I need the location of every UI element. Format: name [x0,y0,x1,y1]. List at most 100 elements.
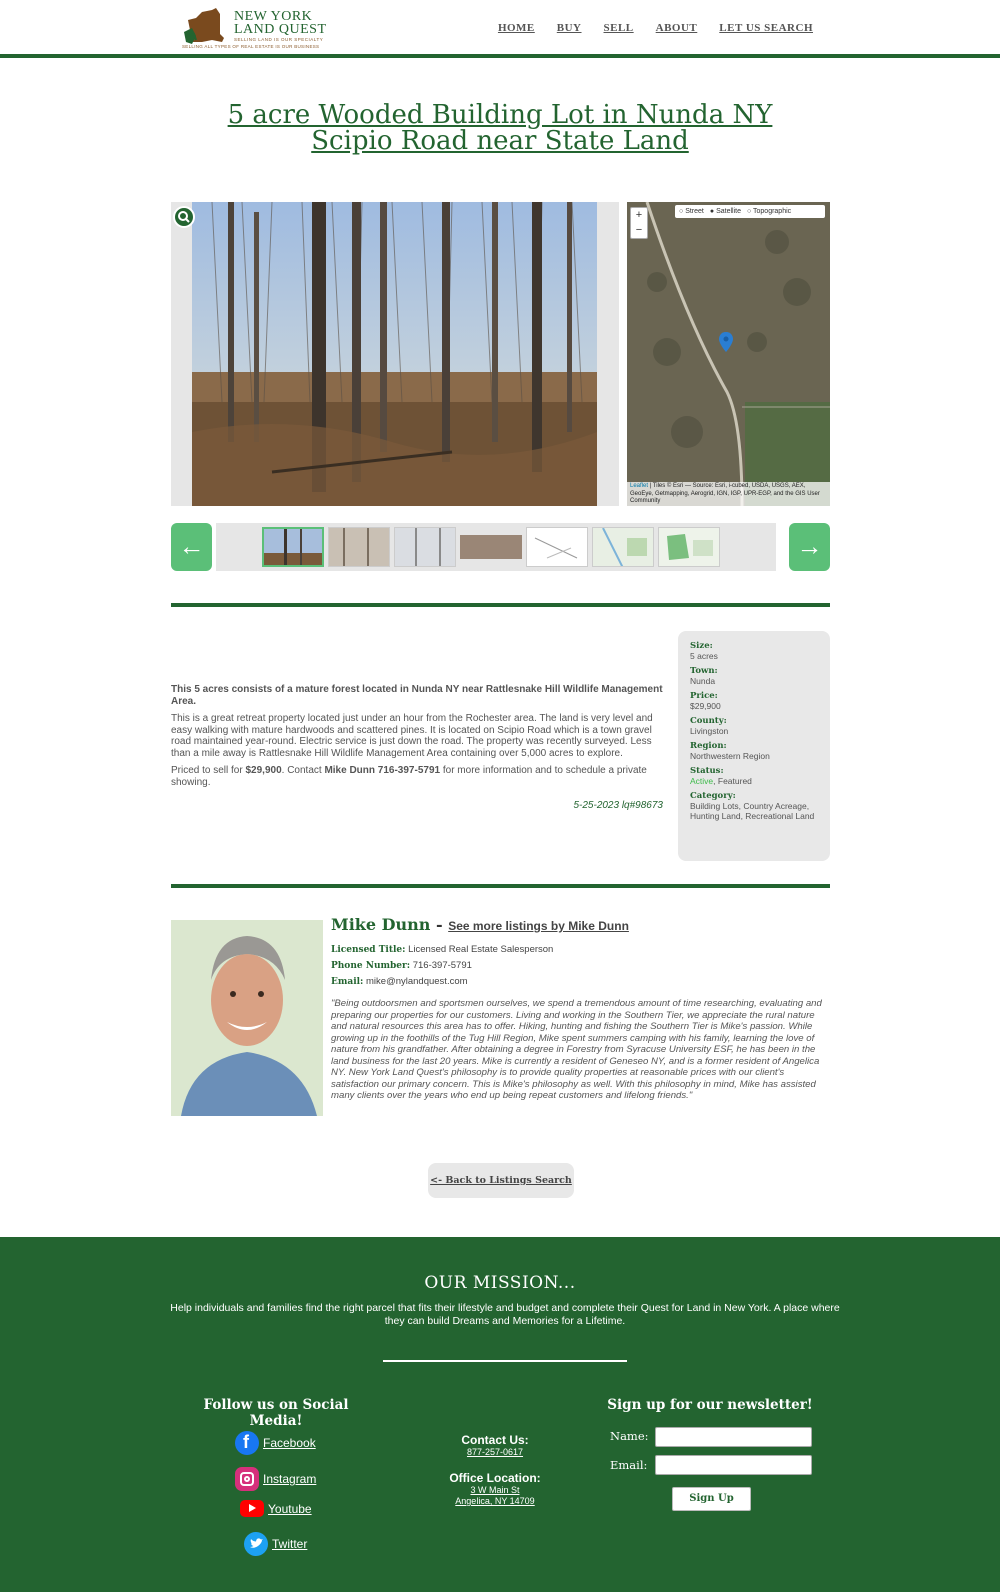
back-to-search-button[interactable]: <- Back to Listings Search [428,1163,574,1198]
divider [171,603,830,607]
site-footer: OUR MISSION... Help individuals and fami… [0,1237,1000,1592]
arrow-right-icon: → [796,531,823,561]
thumbnail-image [264,529,322,565]
property-map[interactable]: + − ○ Street ● Satellite ○ Topographic L… [627,202,830,506]
office-address-line-1[interactable]: 3 W Main St [420,1485,570,1496]
thumbnail-image [460,535,522,559]
nav-about[interactable]: ABOUT [656,22,698,34]
mission-text: Help individuals and families find the r… [170,1302,840,1327]
agent-email[interactable]: mike@nylandquest.com [366,976,468,987]
map-attribution: Leaflet | Tiles © Esri — Source: Esri, i… [627,482,830,506]
status-active: Active [690,776,714,786]
agent-phone[interactable]: 716-397-5791 [413,960,472,971]
forest-photo [192,202,597,506]
contact-label: Contact Us: [461,1433,529,1447]
thumbnail-strip [216,523,776,571]
contact-phone-link[interactable]: 877-257-0617 [420,1447,570,1458]
thumbnail-6[interactable] [592,527,654,567]
map-layer-selector: ○ Street ● Satellite ○ Topographic [675,205,825,218]
newsletter-name-input[interactable] [655,1427,812,1447]
newsletter-title: Sign up for our newsletter! [607,1397,813,1413]
thumbnail-1[interactable] [262,527,324,567]
logo-tagline-1: SELLING LAND IS OUR SPECIALTY [234,37,324,42]
instagram-icon [235,1467,259,1491]
nav-home[interactable]: HOME [498,22,535,34]
fact-region: Region: Northwestern Region [690,741,770,761]
fact-size: Size: 5 acres [690,641,718,661]
footer-divider [383,1360,627,1362]
twitter-icon [244,1532,268,1556]
main-photo[interactable] [192,202,597,506]
youtube-link[interactable]: Youtube [240,1500,312,1517]
description-price-line: Priced to sell for $29,900. Contact Mike… [171,765,647,788]
main-nav: HOME BUY SELL ABOUT LET US SEARCH [498,22,813,34]
fact-town: Town: Nunda [690,666,718,686]
nav-let-us-search[interactable]: LET US SEARCH [719,22,813,34]
twitter-link[interactable]: Twitter [244,1532,307,1556]
contact-block: Contact Us: 877-257-0617 [420,1433,570,1458]
agent-bio: "Being outdoorsmen and sportsmen ourselv… [331,998,822,1101]
thumbnail-image [667,534,713,560]
newsletter-name-label: Name: [610,1429,649,1443]
thumbnail-3[interactable] [394,527,456,567]
map-zoom-out-button[interactable]: − [631,223,647,238]
thumbnail-image [534,537,578,559]
office-label: Office Location: [449,1471,541,1485]
fact-county: County: Livingston [690,716,729,736]
satellite-imagery [627,202,830,506]
listing-date-id: 5-25-2023 lq#98673 [573,800,663,811]
fact-price: Price: $29,900 [690,691,721,711]
thumbnail-5[interactable] [526,527,588,567]
location-pin-icon[interactable] [719,332,733,352]
thumbnail-7[interactable] [658,527,720,567]
agent-portrait [171,920,323,1116]
thumbnail-image [395,528,455,566]
thumbnail-2[interactable] [328,527,390,567]
nav-buy[interactable]: BUY [557,22,582,34]
fact-category: Category: Building Lots, Country Acreage,… [690,791,815,821]
photo-gallery [171,202,619,506]
thumbnail-image [602,528,647,566]
social-title: Follow us on Social Media! [203,1397,349,1429]
map-zoom-in-button[interactable]: + [631,208,647,223]
agent-phone-line: Phone Number: 716-397-5791 [331,960,472,971]
site-header: NEW YORK LAND QUEST SELLING LAND IS OUR … [0,0,1000,58]
agent-title-line: Licensed Title: Licensed Real Estate Sal… [331,944,554,955]
leaflet-link[interactable]: Leaflet [630,483,648,489]
instagram-link[interactable]: Instagram [235,1467,316,1491]
signup-button[interactable]: Sign Up [672,1487,751,1511]
newsletter-email-input[interactable] [655,1455,812,1475]
youtube-icon [240,1500,264,1517]
magnifier-icon [178,211,190,223]
office-address-line-2[interactable]: Angelica, NY 14709 [420,1496,570,1507]
property-facts: Size: 5 acres Town: Nunda Price: $29,900 Co… [678,631,830,861]
listing-description: This 5 acres consists of a mature forest… [171,684,663,794]
thumbnail-carousel: ← → [171,523,830,571]
description-intro: This 5 acres consists of a mature forest… [171,684,663,707]
listing-title[interactable]: 5 acre Wooded Building Lot in Nunda NY S… [190,102,810,154]
map-zoom-control: + − [630,207,648,239]
nav-sell[interactable]: SELL [604,22,634,34]
agent-photo [171,920,323,1116]
fact-status: Status: Active, Featured [690,766,752,786]
thumbnail-4[interactable] [460,527,522,567]
logo-tagline-2: SELLING ALL TYPES OF REAL ESTATE IS OUR … [182,44,320,49]
facebook-link[interactable]: f Facebook [235,1431,316,1455]
description-body: This is a great retreat property located… [171,713,653,759]
site-logo[interactable]: NEW YORK LAND QUEST SELLING LAND IS OUR … [182,6,332,52]
divider [171,884,830,888]
newsletter-email-label: Email: [610,1458,648,1472]
logo-line-2: LAND QUEST [234,22,327,37]
zoom-button[interactable] [173,206,195,228]
prev-arrow-button[interactable]: ← [171,523,212,571]
layer-street[interactable]: ○ Street [679,208,704,215]
layer-topographic[interactable]: ○ Topographic [747,208,791,215]
layer-satellite[interactable]: ● Satellite [710,208,741,215]
agent-email-line: Email: mike@nylandquest.com [331,976,468,987]
facebook-icon: f [235,1431,259,1455]
thumbnail-image [329,528,389,566]
arrow-left-icon: ← [178,531,205,561]
office-block: Office Location: 3 W Main St Angelica, N… [420,1471,570,1507]
more-listings-link[interactable]: See more listings by Mike Dunn [448,919,629,933]
next-arrow-button[interactable]: → [789,523,830,571]
